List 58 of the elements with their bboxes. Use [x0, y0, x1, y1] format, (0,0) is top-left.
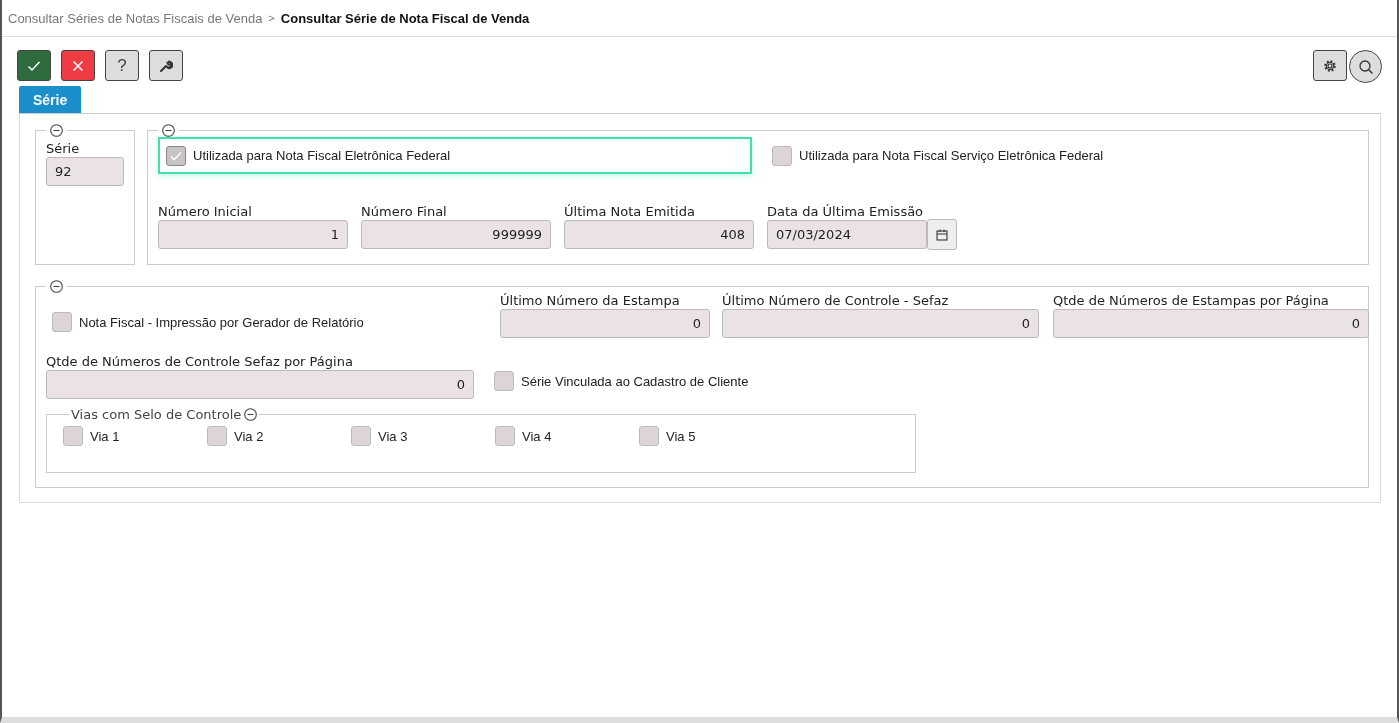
help-button[interactable]: ?	[105, 50, 139, 81]
checkbox-label: Via 3	[378, 428, 408, 444]
checkbox-label: Via 5	[666, 428, 696, 444]
input-field[interactable]: 999999	[361, 220, 551, 249]
calendar-icon	[936, 228, 948, 241]
checkbox[interactable]	[63, 426, 83, 446]
checkbox[interactable]	[772, 145, 792, 166]
collapse-icon[interactable]	[244, 408, 258, 421]
breadcrumb-separator: >	[268, 12, 275, 24]
checkbox-label: Via 1	[90, 428, 120, 444]
collapse-icon[interactable]	[50, 280, 63, 293]
input-field[interactable]: 0	[1053, 309, 1369, 338]
confirm-button[interactable]	[17, 50, 51, 81]
checkbox-label: Nota Fiscal - Impressão por Gerador de Relatório	[79, 314, 364, 330]
tab[interactable]: Série	[19, 86, 82, 113]
field-label: Qtde de Números de Controle Sefaz por Página	[46, 354, 354, 369]
checkbox[interactable]	[495, 426, 515, 446]
input-field[interactable]: 0	[500, 309, 710, 338]
breadcrumb-current: Consultar Série de Nota Fiscal de Venda	[280, 10, 530, 26]
date-field[interactable]: 07/03/2024	[767, 220, 927, 249]
checkbox[interactable]	[639, 426, 659, 446]
field-label: Número Inicial	[158, 204, 253, 219]
checkbox-label: Série Vinculada ao Cadastro de Cliente	[521, 373, 749, 389]
field-label: Número Final	[361, 204, 448, 219]
checkbox[interactable]	[207, 426, 227, 446]
checkbox-label: Via 4	[522, 428, 552, 444]
field-label: Data da Última Emissão	[767, 204, 925, 219]
checkmark-icon	[27, 59, 41, 72]
checkbox-label: Via 2	[234, 428, 264, 444]
search-button[interactable]	[1349, 50, 1382, 83]
field-label: Série	[46, 141, 81, 156]
checkbox[interactable]	[52, 312, 72, 332]
input-field[interactable]: 0	[722, 309, 1039, 338]
input-field[interactable]: 408	[564, 220, 754, 249]
wrench-icon	[159, 58, 173, 73]
field-label: Último Número da Estampa	[500, 293, 681, 308]
checkbox[interactable]	[166, 145, 186, 166]
input-field[interactable]: 1	[158, 220, 348, 249]
settings-icon	[1323, 58, 1337, 73]
checkbox[interactable]	[351, 426, 371, 446]
checkbox-label: Utilizada para Nota Fiscal Serviço Eletrônica Federal	[799, 148, 1104, 163]
close-icon	[72, 59, 84, 72]
field-label: Última Nota Emitida	[564, 204, 696, 219]
collapse-icon[interactable]	[50, 124, 63, 137]
close-button[interactable]	[61, 50, 95, 81]
group-title: Vias com Selo de Controle	[71, 407, 242, 422]
breadcrumb-link[interactable]: Consultar Séries de Notas Fiscais de Venda	[8, 10, 263, 26]
calendar-button[interactable]	[927, 219, 957, 250]
checkbox[interactable]	[494, 371, 514, 391]
field-label: Qtde de Números de Estampas por Página	[1053, 293, 1330, 308]
input-field[interactable]: 92	[46, 157, 124, 186]
checkbox-label: Utilizada para Nota Fiscal Eletrônica Federal	[193, 148, 451, 163]
settings-button[interactable]	[1313, 50, 1347, 81]
wrench-button[interactable]	[149, 50, 183, 81]
field-label: Último Número de Controle - Sefaz	[722, 293, 950, 308]
input-field[interactable]: 0	[46, 370, 474, 399]
search-icon	[1357, 58, 1374, 75]
collapse-icon[interactable]	[162, 124, 175, 137]
